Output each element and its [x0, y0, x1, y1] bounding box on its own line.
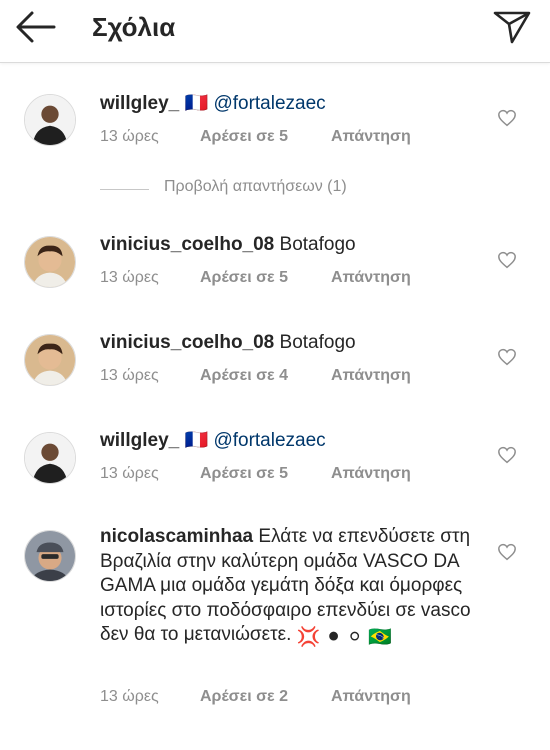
flag-emoji: 🇫🇷 [184, 430, 209, 451]
reply-button[interactable]: Απάντηση [331, 465, 411, 483]
comment-text: Botafogo [279, 332, 356, 353]
reply-button[interactable]: Απάντηση [331, 688, 411, 706]
top-bar: Σχόλια [0, 0, 550, 63]
paper-plane-icon[interactable] [492, 9, 532, 45]
comment-username[interactable]: nicolascaminhaa [100, 526, 253, 547]
likes-count[interactable]: Αρέσει σε 4 [200, 367, 331, 385]
avatar[interactable] [24, 530, 76, 582]
comment-username[interactable]: vinicius_coelho_08 [100, 234, 274, 255]
page-title: Σχόλια [92, 12, 176, 42]
comment-time: 13 ώρες [100, 688, 159, 705]
emoji-sequence: 💢 ⚫ ⚪ 🇧🇷 [296, 627, 392, 648]
heart-icon[interactable] [497, 446, 517, 464]
avatar[interactable] [24, 334, 76, 386]
flag-emoji: 🇫🇷 [184, 93, 209, 114]
avatar[interactable] [24, 94, 76, 146]
comment-username[interactable]: willgley_ [100, 430, 179, 451]
mention-link[interactable]: @fortalezaec [213, 93, 325, 114]
comment-username[interactable]: willgley_ [100, 93, 179, 114]
likes-count[interactable]: Αρέσει σε 5 [200, 128, 331, 146]
comment-text: Botafogo [279, 234, 356, 255]
comment-time: 13 ώρες [100, 128, 159, 145]
comment-time: 13 ώρες [100, 367, 159, 384]
likes-count[interactable]: Αρέσει σε 5 [200, 465, 331, 483]
reply-button[interactable]: Απάντηση [331, 269, 411, 287]
comment-username[interactable]: vinicius_coelho_08 [100, 332, 274, 353]
comment-time: 13 ώρες [100, 465, 159, 482]
mention-link[interactable]: @fortalezaec [213, 430, 325, 451]
comment-time: 13 ώρες [100, 269, 159, 286]
reply-button[interactable]: Απάντηση [331, 128, 411, 146]
avatar[interactable] [24, 236, 76, 288]
view-replies-label: Προβολή απαντήσεων (1) [164, 178, 347, 195]
likes-count[interactable]: Αρέσει σε 5 [200, 269, 331, 287]
heart-icon[interactable] [497, 348, 517, 366]
likes-count[interactable]: Αρέσει σε 2 [200, 688, 331, 706]
heart-icon[interactable] [497, 251, 517, 269]
avatar[interactable] [24, 432, 76, 484]
heart-icon[interactable] [497, 543, 517, 561]
heart-icon[interactable] [497, 109, 517, 127]
arrow-left-icon[interactable] [14, 10, 58, 44]
divider-line [100, 189, 149, 190]
reply-button[interactable]: Απάντηση [331, 367, 411, 385]
